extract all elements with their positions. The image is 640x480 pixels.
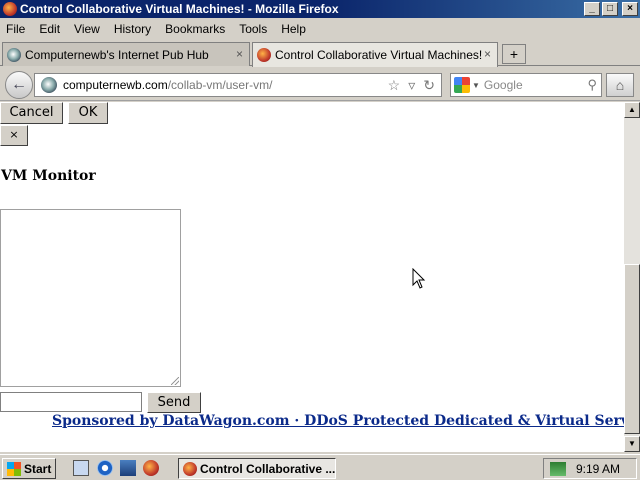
system-tray: 9:19 AM bbox=[543, 458, 637, 479]
window-controls: _ □ × bbox=[584, 2, 638, 16]
menu-view[interactable]: View bbox=[67, 22, 107, 36]
show-desktop-icon[interactable] bbox=[73, 460, 89, 476]
url-host: computernewb.com bbox=[63, 78, 168, 92]
tab-close-icon[interactable]: × bbox=[484, 47, 491, 61]
resize-grip-icon[interactable] bbox=[171, 377, 179, 385]
chat-log[interactable] bbox=[0, 209, 181, 387]
window-titlebar: Control Collaborative Virtual Machines! … bbox=[0, 0, 640, 18]
ok-button[interactable]: OK bbox=[68, 102, 108, 124]
scroll-down-icon[interactable]: ▼ bbox=[624, 436, 640, 452]
scroll-thumb[interactable] bbox=[624, 264, 640, 434]
url-bar-buttons: ☆ ▿ ↻ bbox=[388, 77, 435, 94]
taskbar-item-label: Control Collaborative ... bbox=[200, 461, 336, 476]
reload-icon[interactable]: ↻ bbox=[423, 77, 435, 94]
tab-label: Computernewb's Internet Pub Hub bbox=[25, 47, 209, 62]
tab-close-icon[interactable]: × bbox=[236, 47, 243, 61]
menu-history[interactable]: History bbox=[107, 22, 158, 36]
mouse-pointer-icon bbox=[412, 268, 426, 289]
internet-explorer-icon[interactable] bbox=[97, 460, 113, 476]
cancel-button[interactable]: Cancel bbox=[0, 102, 63, 124]
site-identity-icon[interactable] bbox=[41, 77, 57, 93]
maximize-button[interactable]: □ bbox=[602, 2, 618, 16]
url-path: /collab-vm/user-vm/ bbox=[167, 78, 273, 92]
window-title: Control Collaborative Virtual Machines! … bbox=[20, 2, 339, 16]
firefox-icon[interactable] bbox=[143, 460, 159, 476]
back-button[interactable]: ← bbox=[5, 71, 33, 99]
start-label: Start bbox=[24, 461, 52, 476]
search-engine-dropdown-icon[interactable]: ▼ bbox=[472, 81, 480, 90]
firefox-icon bbox=[183, 461, 197, 476]
menu-bookmarks[interactable]: Bookmarks bbox=[158, 22, 232, 36]
home-button[interactable]: ⌂ bbox=[606, 73, 634, 97]
navigation-toolbar: computernewb.com/collab-vm/user-vm/ ☆ ▿ … bbox=[0, 67, 640, 101]
vertical-scrollbar[interactable]: ▲ ▼ bbox=[624, 102, 640, 452]
menu-edit[interactable]: Edit bbox=[32, 22, 67, 36]
tab-strip: Computernewb's Internet Pub Hub × Contro… bbox=[0, 40, 640, 67]
send-button[interactable]: Send bbox=[147, 392, 201, 413]
globe-icon bbox=[7, 47, 21, 62]
taskbar: Start Control Collaborative ... 9:19 AM bbox=[0, 454, 640, 480]
search-box[interactable]: ▼ Google ⚲ bbox=[450, 73, 602, 97]
tab-label: Control Collaborative Virtual Machines! bbox=[275, 48, 483, 62]
google-icon[interactable] bbox=[454, 77, 470, 93]
menu-file[interactable]: File bbox=[0, 22, 32, 36]
page-title: VM Monitor bbox=[1, 168, 96, 184]
search-placeholder: Google bbox=[483, 78, 523, 92]
bookmark-star-icon[interactable]: ☆ bbox=[388, 77, 401, 94]
chat-input[interactable] bbox=[0, 392, 142, 412]
network-status-icon[interactable] bbox=[550, 461, 566, 476]
search-icon[interactable]: ⚲ bbox=[587, 77, 597, 93]
scroll-up-icon[interactable]: ▲ bbox=[624, 102, 640, 118]
tab-collab-vm[interactable]: Control Collaborative Virtual Machines! … bbox=[252, 42, 498, 67]
menu-tools[interactable]: Tools bbox=[232, 22, 274, 36]
menu-bar: File Edit View History Bookmarks Tools H… bbox=[0, 19, 640, 39]
firefox-icon bbox=[257, 48, 271, 62]
windows-logo-icon bbox=[7, 461, 21, 476]
url-dropdown-icon[interactable]: ▿ bbox=[408, 77, 415, 94]
close-dialog-button[interactable]: × bbox=[0, 125, 28, 146]
taskbar-item-firefox[interactable]: Control Collaborative ... bbox=[178, 458, 336, 479]
firefox-icon bbox=[3, 2, 17, 16]
network-icon[interactable] bbox=[120, 460, 136, 476]
url-bar[interactable]: computernewb.com/collab-vm/user-vm/ ☆ ▿ … bbox=[34, 73, 442, 97]
page-content: Cancel OK × VM Monitor Send Sponsored by… bbox=[0, 102, 624, 452]
new-tab-button[interactable]: + bbox=[502, 44, 526, 64]
menu-help[interactable]: Help bbox=[274, 22, 313, 36]
minimize-button[interactable]: _ bbox=[584, 2, 600, 16]
tab-pub-hub[interactable]: Computernewb's Internet Pub Hub × bbox=[2, 42, 250, 66]
sponsor-link[interactable]: Sponsored by DataWagon.com · DDoS Protec… bbox=[52, 413, 624, 429]
clock: 9:19 AM bbox=[576, 461, 621, 476]
start-button[interactable]: Start bbox=[2, 458, 56, 479]
close-button[interactable]: × bbox=[622, 2, 638, 16]
